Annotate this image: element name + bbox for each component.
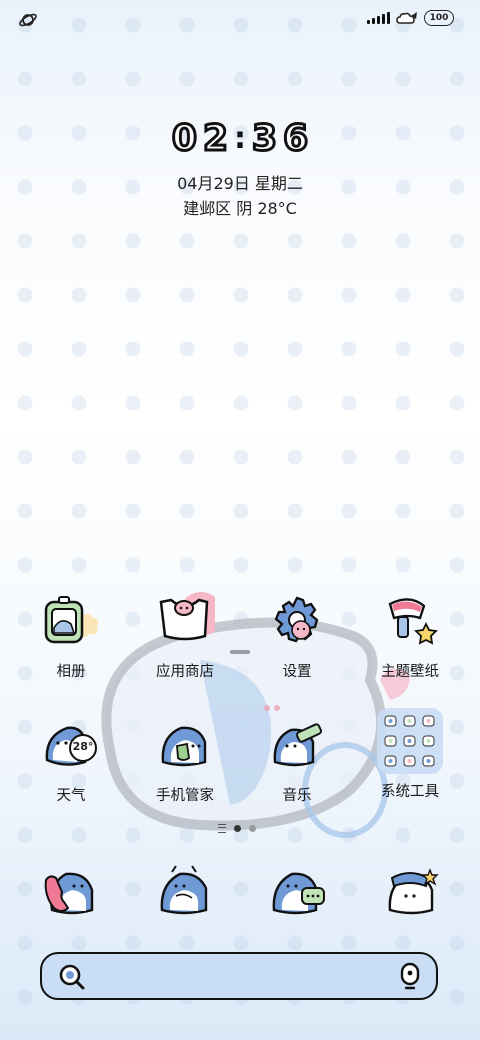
app-label: 主题壁纸 [381,664,439,680]
app-theme[interactable]: 主题壁纸 [355,592,465,681]
signal-icon [367,12,390,24]
phone-icon [44,872,94,915]
app-label: 设置 [282,664,312,680]
page-indicator[interactable] [218,824,256,833]
app-phone-manager[interactable]: 手机管家 [130,716,240,805]
dock-phone[interactable] [40,862,100,922]
notification-cloud-icon [396,12,417,24]
app-system-tools-folder[interactable]: 系统工具 [355,706,465,801]
app-label: 相册 [56,664,86,680]
camera-icon [388,868,439,915]
lockscreen-clock: 0 2 : 3 6 [0,117,480,161]
dock-contacts[interactable] [154,862,214,922]
messages-icon [272,872,325,915]
app-label: 音乐 [282,788,312,804]
app-label: 手机管家 [156,788,214,804]
weather-text: 建邺区 阴 28°C [183,199,297,218]
phone-manager-icon [155,716,215,776]
clock-hour-tens: 0 [170,117,198,161]
clock-hour-ones: 2 [201,117,229,161]
system-tools-folder-icon [375,706,445,776]
clock-minute-tens: 3 [250,117,278,161]
date-text: 04月29日 星期二 [177,174,303,193]
search-bar[interactable] [40,952,438,1000]
search-icon[interactable] [58,963,86,991]
app-label: 应用商店 [156,664,214,680]
orbit-icon [19,13,37,27]
app-store[interactable]: 应用商店 [130,592,240,681]
weather-icon: 28° [41,716,101,776]
app-label: 系统工具 [381,784,439,800]
clock-minute-ones: 6 [282,117,310,161]
page-list-icon [218,824,226,833]
app-music[interactable]: 音乐 [242,716,352,805]
dock-messages[interactable] [268,862,328,922]
status-bar: 100 [0,0,480,40]
battery-level: 100 [429,13,449,23]
microphone-icon[interactable] [398,962,422,992]
app-label: 天气 [56,788,86,804]
clock-separator: : [234,121,246,156]
app-store-icon [155,592,223,652]
app-settings[interactable]: 设置 [242,592,352,681]
page-dot [249,825,256,832]
dock-camera[interactable] [382,862,442,922]
status-right: 100 [367,10,454,26]
settings-gear-icon [267,592,327,652]
page-dot-active [234,825,241,832]
weather-badge: 28° [72,740,94,753]
battery-icon: 100 [424,10,454,26]
music-icon [267,716,327,776]
app-weather[interactable]: 28° 天气 [16,716,126,805]
contacts-icon [160,865,208,915]
gallery-icon [41,592,101,652]
theme-brush-icon [380,592,440,652]
app-gallery[interactable]: 相册 [16,592,126,681]
